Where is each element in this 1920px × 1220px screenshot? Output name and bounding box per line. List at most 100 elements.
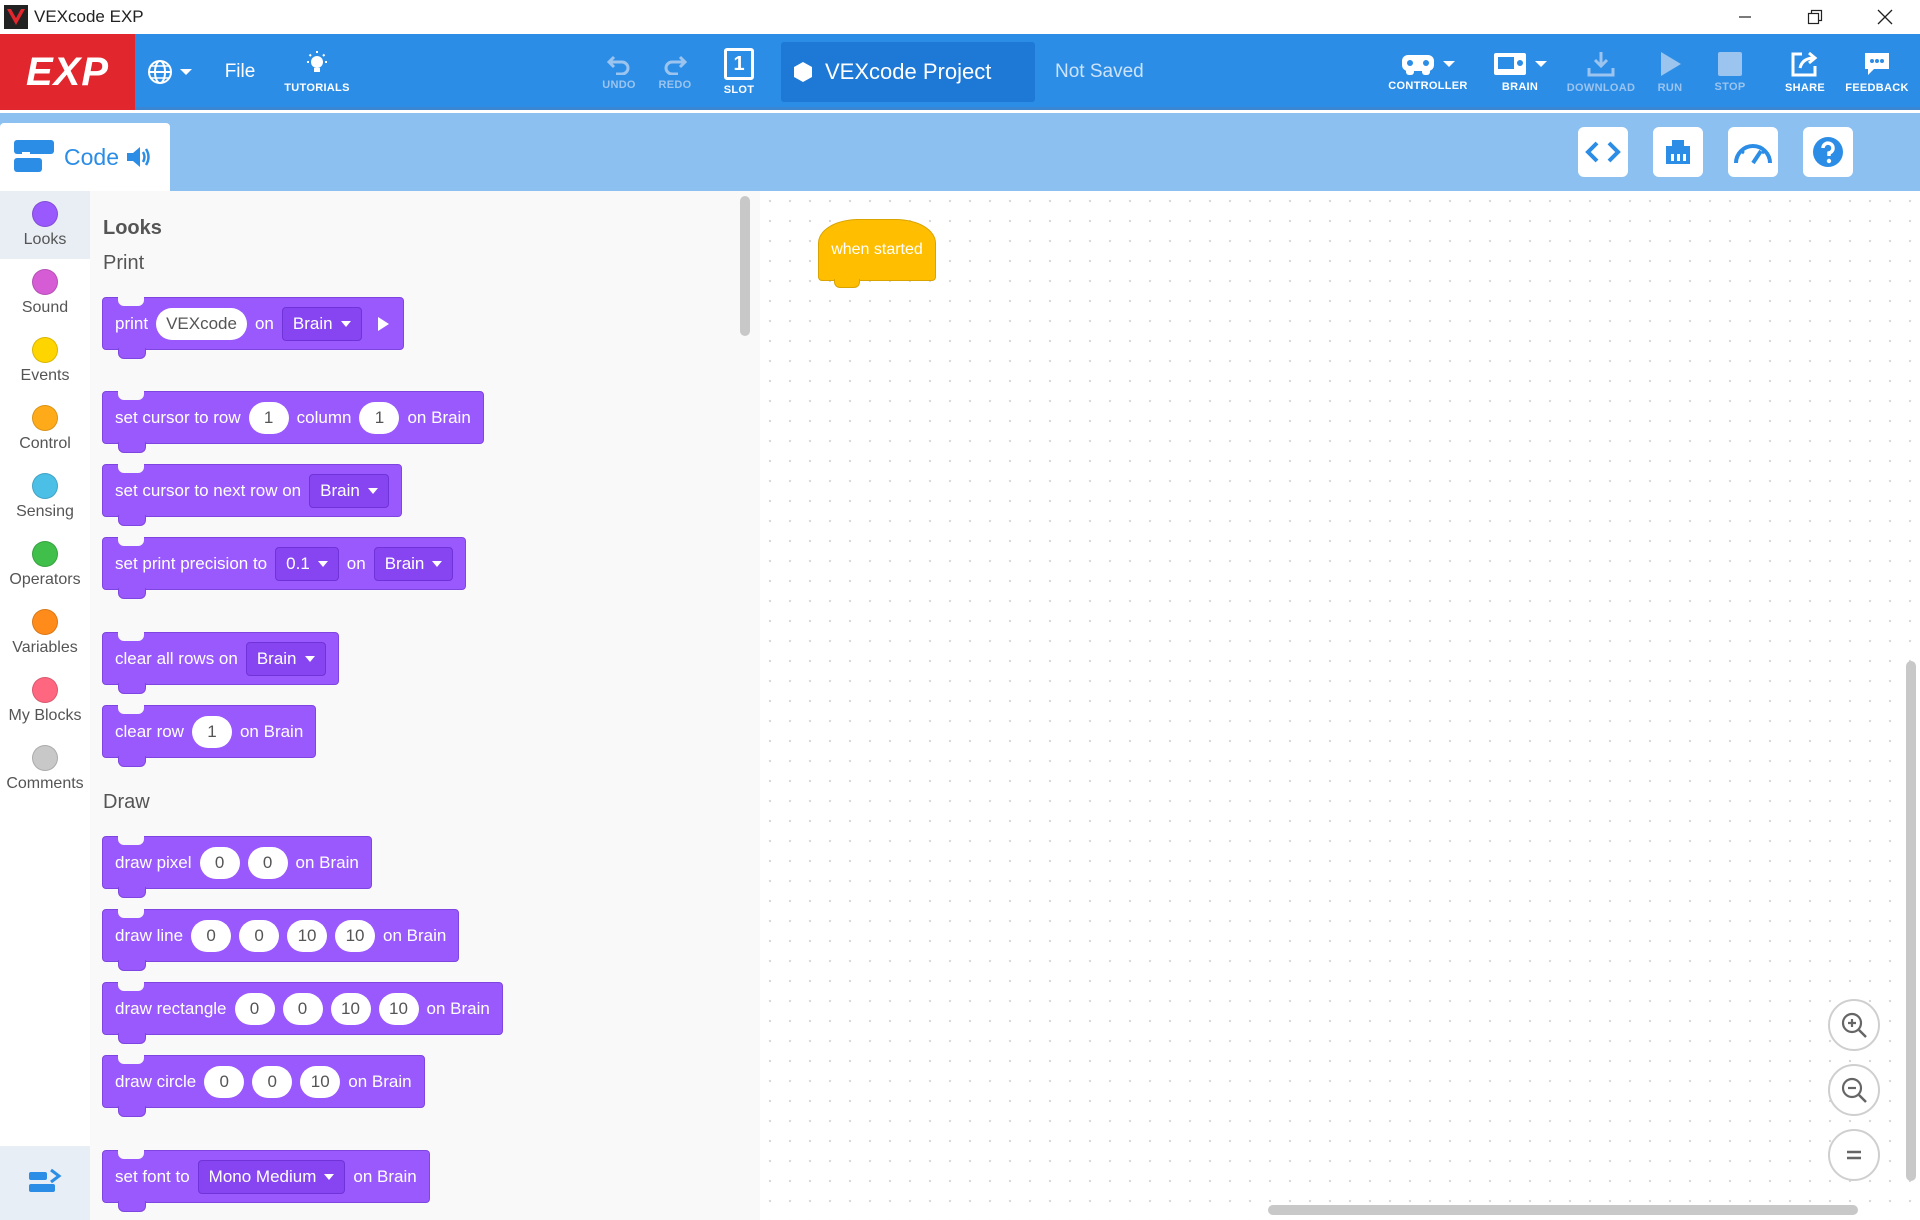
y-input[interactable]: 0	[247, 846, 288, 879]
project-hexagon-icon	[794, 62, 812, 82]
controller-icon	[1402, 55, 1434, 75]
tab-code[interactable]: Code	[0, 123, 170, 191]
draw-line-block[interactable]: draw line 0 0 10 10 on Brain	[102, 909, 460, 971]
draw-circle-block[interactable]: draw circle 0 0 10 on Brain	[102, 1055, 425, 1117]
speaker-icon[interactable]	[125, 145, 153, 169]
x-input[interactable]: 0	[204, 1065, 245, 1098]
help-button[interactable]	[1803, 127, 1853, 177]
x-input[interactable]: 0	[234, 992, 275, 1025]
control-dot-icon	[32, 405, 58, 431]
run-button[interactable]: RUN	[1648, 34, 1692, 110]
print-block[interactable]: print VEXcode on Brain	[102, 297, 404, 359]
add-extension-icon	[29, 1168, 62, 1192]
y-input[interactable]: 0	[252, 1065, 293, 1098]
category-my-blocks[interactable]: My Blocks	[0, 667, 90, 735]
set-cursor-next-row-block[interactable]: set cursor to next row on Brain	[102, 464, 402, 526]
precision-dropdown[interactable]: 0.1	[275, 546, 339, 581]
zoom-reset-button[interactable]	[1828, 1129, 1880, 1181]
set-cursor-block[interactable]: set cursor to row 1 column 1 on Brain	[102, 391, 484, 453]
minimize-icon	[1739, 16, 1751, 18]
text-code-view-button[interactable]	[1578, 127, 1628, 177]
slot-label: SLOT	[723, 84, 755, 96]
set-font-block[interactable]: set font to Mono Medium on Brain	[102, 1150, 430, 1212]
code-workspace[interactable]: when started	[760, 191, 1920, 1220]
download-button[interactable]: DOWNLOAD	[1562, 34, 1640, 110]
height-input[interactable]: 10	[378, 992, 419, 1025]
device-dropdown[interactable]: Brain	[309, 473, 389, 508]
language-button[interactable]	[140, 34, 200, 110]
print-section-label: Print	[103, 252, 145, 274]
category-label: Sound	[21, 299, 69, 316]
clear-all-rows-block[interactable]: clear all rows on Brain	[102, 632, 339, 694]
text-input[interactable]: VEXcode	[156, 307, 247, 340]
x2-input[interactable]: 10	[287, 919, 328, 952]
extensions-button[interactable]	[0, 1146, 90, 1220]
radius-input[interactable]: 10	[300, 1065, 341, 1098]
redo-button[interactable]: REDO	[652, 34, 698, 110]
tutorials-button[interactable]: TUTORIALS	[276, 34, 358, 110]
stop-button[interactable]: STOP	[1705, 34, 1755, 110]
devices-button[interactable]	[1653, 127, 1703, 177]
category-operators[interactable]: Operators	[0, 531, 90, 599]
title-bar: VEXcode EXP	[0, 0, 1920, 34]
expand-arrow-icon[interactable]	[377, 316, 389, 331]
category-looks[interactable]: Looks	[0, 191, 90, 259]
chevron-down-icon	[304, 655, 315, 662]
minimize-button[interactable]	[1710, 0, 1780, 34]
font-dropdown[interactable]: Mono Medium	[197, 1159, 346, 1194]
workspace-horizontal-scrollbar[interactable]	[1268, 1205, 1858, 1215]
comments-dot-icon	[32, 745, 58, 771]
zoom-in-button[interactable]	[1828, 999, 1880, 1051]
brain-device-icon	[1494, 53, 1526, 75]
device-dropdown[interactable]: Brain	[245, 641, 326, 676]
monitor-dashboard-button[interactable]	[1728, 127, 1778, 177]
palette-scrollbar[interactable]	[740, 196, 750, 336]
column-input[interactable]: 1	[359, 401, 400, 434]
logo-text: EXP	[25, 49, 110, 94]
width-input[interactable]: 10	[330, 992, 371, 1025]
restore-button[interactable]	[1780, 0, 1850, 34]
main-toolbar: EXP File TUTORIALS UNDO REDO 1 SLOT VEXc…	[0, 34, 1920, 110]
file-menu[interactable]: File	[210, 34, 270, 110]
category-sound[interactable]: Sound	[0, 259, 90, 327]
feedback-button[interactable]: FEEDBACK	[1840, 34, 1914, 110]
redo-icon	[664, 55, 688, 75]
y2-input[interactable]: 10	[335, 919, 376, 952]
project-name-field[interactable]: VEXcode Project	[781, 42, 1035, 102]
category-control[interactable]: Control	[0, 395, 90, 463]
block-text: draw pixel	[115, 852, 192, 872]
device-port-icon	[1666, 140, 1690, 164]
block-text: set cursor to row	[115, 407, 241, 427]
when-started-block[interactable]: when started	[818, 219, 936, 289]
zoom-out-button[interactable]	[1828, 1064, 1880, 1116]
stop-label: STOP	[1714, 81, 1746, 93]
row-input[interactable]: 1	[248, 401, 289, 434]
set-print-precision-block[interactable]: set print precision to 0.1 on Brain	[102, 537, 467, 599]
controller-button[interactable]: CONTROLLER	[1380, 34, 1476, 110]
row-input[interactable]: 1	[191, 715, 232, 748]
device-dropdown[interactable]: Brain	[281, 306, 362, 341]
close-button[interactable]	[1850, 0, 1920, 34]
gauge-icon	[1734, 144, 1772, 165]
category-sensing[interactable]: Sensing	[0, 463, 90, 531]
block-text: on	[346, 553, 366, 573]
workspace-vertical-scrollbar[interactable]	[1906, 661, 1916, 1181]
clear-row-block[interactable]: clear row 1 on Brain	[102, 705, 317, 767]
share-button[interactable]: SHARE	[1775, 34, 1835, 110]
device-dropdown[interactable]: Brain	[373, 546, 454, 581]
draw-pixel-block[interactable]: draw pixel 0 0 on Brain	[102, 836, 372, 898]
category-variables[interactable]: Variables	[0, 599, 90, 667]
category-comments[interactable]: Comments	[0, 735, 90, 803]
y-input[interactable]: 0	[282, 992, 323, 1025]
x1-input[interactable]: 0	[191, 919, 232, 952]
undo-button[interactable]: UNDO	[596, 34, 642, 110]
block-text: on Brain	[348, 1071, 412, 1091]
brain-button[interactable]: BRAIN	[1480, 34, 1560, 110]
when-started-label: when started	[818, 219, 936, 281]
y1-input[interactable]: 0	[239, 919, 280, 952]
category-events[interactable]: Events	[0, 327, 90, 395]
draw-rectangle-block[interactable]: draw rectangle 0 0 10 10 on Brain	[102, 982, 503, 1044]
x-input[interactable]: 0	[199, 846, 240, 879]
slot-button[interactable]: 1 SLOT	[715, 34, 763, 110]
block-text: clear all rows on	[115, 648, 238, 668]
